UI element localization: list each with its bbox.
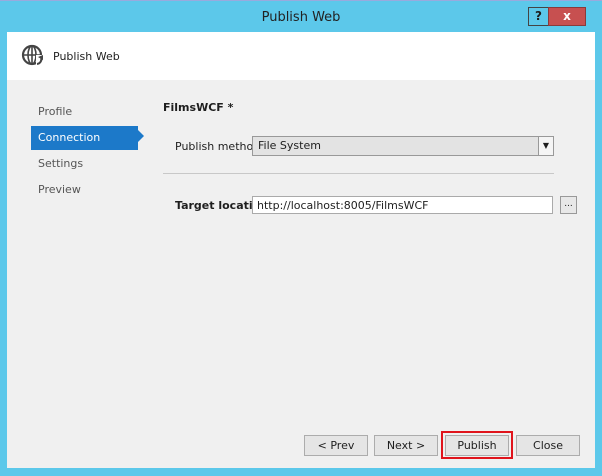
close-button[interactable]: Close — [516, 435, 580, 456]
chevron-down-icon[interactable]: ▼ — [538, 137, 553, 155]
dialog-content: Profile Connection Settings Preview Film… — [7, 80, 595, 468]
browse-button[interactable]: ... — [560, 196, 577, 214]
publish-button[interactable]: Publish — [445, 435, 509, 456]
nav-profile[interactable]: Profile — [31, 100, 138, 124]
prev-button[interactable]: < Prev — [304, 435, 368, 456]
window-title: Publish Web — [261, 10, 341, 25]
nav-preview[interactable]: Preview — [31, 178, 138, 202]
globe-publish-icon — [21, 44, 45, 67]
close-window-button[interactable]: x — [548, 7, 586, 26]
nav-connection[interactable]: Connection — [31, 126, 138, 150]
dialog-header: Publish Web — [7, 32, 595, 80]
header-title: Publish Web — [53, 50, 120, 63]
target-location-input[interactable] — [252, 196, 553, 214]
nav-settings[interactable]: Settings — [31, 152, 138, 176]
publish-method-value: File System — [258, 139, 321, 152]
help-button[interactable]: ? — [528, 7, 548, 26]
selection-arrow — [138, 130, 144, 142]
next-button[interactable]: Next > — [374, 435, 438, 456]
publish-method-select[interactable]: File System ▼ — [252, 136, 554, 156]
divider — [163, 173, 554, 174]
profile-title: FilmsWCF * — [163, 101, 234, 114]
publish-method-label: Publish method: — [175, 140, 264, 153]
